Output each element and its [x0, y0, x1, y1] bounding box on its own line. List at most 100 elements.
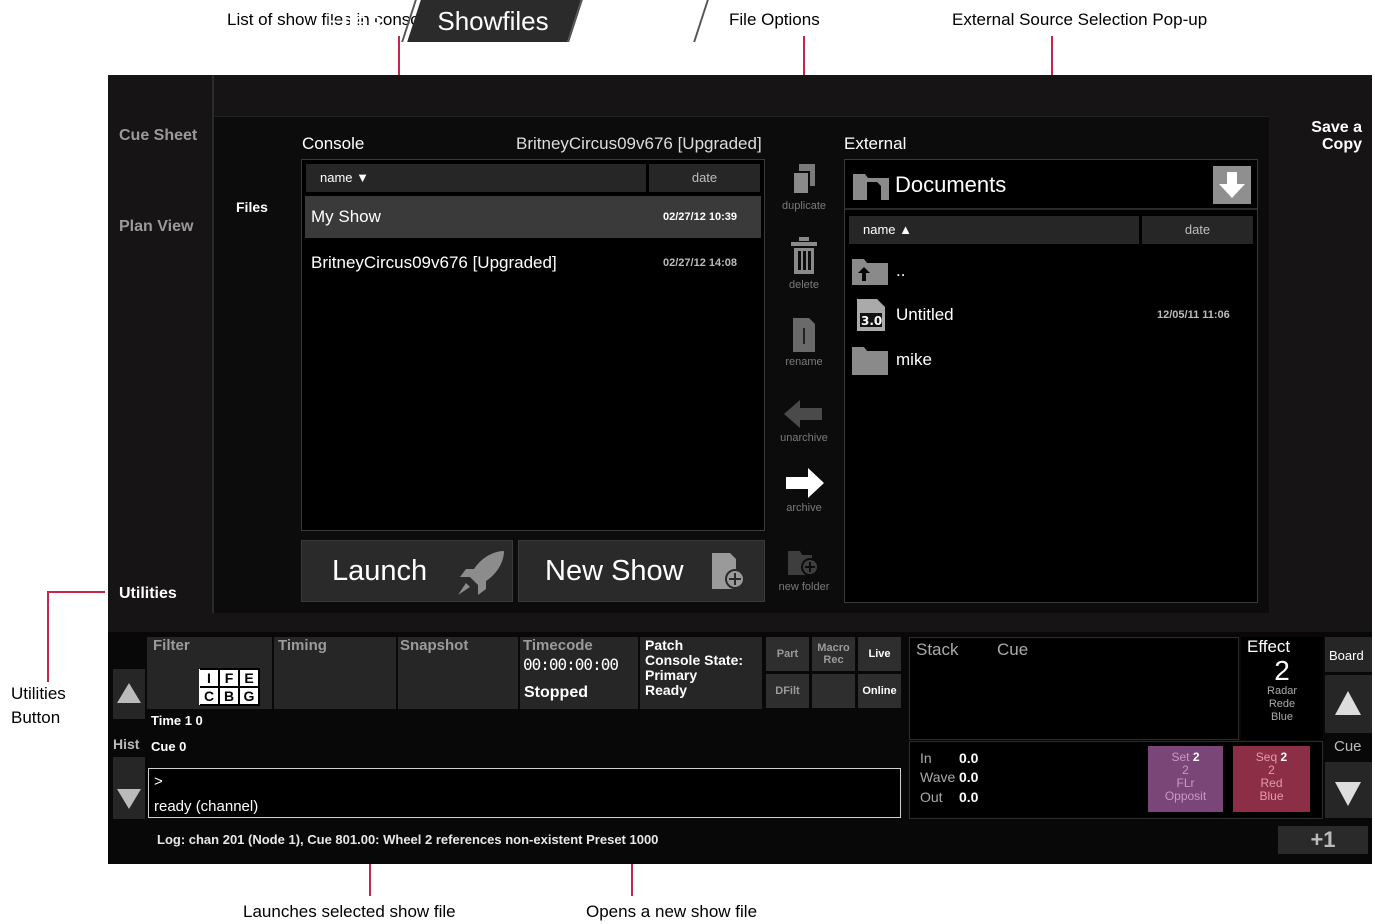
wave-readout: Wave 0.0: [920, 769, 979, 785]
cue-stack[interactable]: Stack Cue: [909, 637, 1239, 740]
plus-one-button[interactable]: +1: [1278, 826, 1368, 854]
tab-import[interactable]: Import: [594, 0, 686, 42]
rocket-icon: [458, 551, 504, 595]
external-col-name[interactable]: name ▲: [849, 216, 1139, 244]
nav-plan-view[interactable]: Plan View: [119, 218, 193, 236]
source-dropdown-button[interactable]: [1213, 166, 1251, 204]
cue-col-label: Cue: [997, 640, 1029, 659]
time-readout: Time 1 0: [151, 713, 203, 728]
callout-file-options: File Options: [729, 10, 820, 29]
console-col-date[interactable]: date: [649, 164, 760, 192]
snapshot-label: Snapshot: [400, 637, 469, 654]
triangle-up-icon: [117, 683, 141, 703]
delete-button[interactable]: delete: [764, 237, 844, 291]
folder-icon: [853, 174, 889, 200]
launch-label: Launch: [332, 555, 428, 587]
launch-button[interactable]: Launch: [301, 540, 513, 602]
tab-showfiles[interactable]: Showfiles: [428, 0, 558, 42]
effect-line: Radar: [1267, 685, 1297, 697]
duplicate-button[interactable]: duplicate: [764, 164, 844, 212]
timecode-label: Timecode: [523, 637, 593, 654]
tab-files[interactable]: Files: [318, 0, 390, 42]
duplicate-icon: [792, 164, 815, 195]
current-show-name: BritneyCircus09v676 [Upgraded]: [516, 134, 762, 153]
board-cue-label: Cue: [1334, 738, 1362, 755]
callout-utilities: Utilities Button: [11, 684, 66, 727]
external-row-parent[interactable]: ..: [849, 250, 1253, 292]
folder-icon: [852, 347, 888, 375]
console-row-selected[interactable]: My Show 02/27/12 10:39: [305, 196, 761, 238]
blank-button[interactable]: [812, 674, 855, 708]
external-col-date[interactable]: date: [1142, 216, 1253, 244]
nav-cue-sheet[interactable]: Cue Sheet: [119, 127, 197, 145]
online-button[interactable]: Online: [858, 674, 901, 708]
triangle-up-icon: [1335, 691, 1361, 715]
delete-label: delete: [789, 279, 819, 291]
unarchive-button[interactable]: unarchive: [764, 400, 844, 444]
set-button[interactable]: Set 2 2 FLr Opposit: [1148, 746, 1223, 812]
arrow-left-icon: [784, 400, 822, 428]
timecode-value: 00:00:00:00: [523, 655, 619, 674]
document-3d-icon: 3.0: [857, 299, 885, 331]
console-col-name[interactable]: name ▼: [306, 164, 646, 192]
external-row[interactable]: 3.0 Untitled 12/05/11 11:06: [849, 294, 1253, 336]
new-folder-button[interactable]: new folder: [764, 549, 844, 593]
callout-external: External Source Selection Pop-up: [952, 10, 1208, 29]
save-copy-button[interactable]: Save a Copy: [1311, 119, 1362, 153]
effect-line: Blue: [1270, 711, 1294, 723]
command-prompt: >: [154, 773, 163, 790]
new-folder-label: new folder: [778, 581, 830, 593]
archive-button[interactable]: archive: [764, 468, 844, 514]
external-title: External: [844, 134, 907, 153]
timing-label: Timing: [278, 637, 327, 654]
effect-panel[interactable]: Effect 2 Radar Rede Blue: [1241, 637, 1323, 740]
file-name: My Show: [311, 207, 381, 226]
external-row[interactable]: mike: [849, 339, 1253, 381]
effect-line: Rede: [1268, 698, 1296, 710]
out-readout: Out 0.0: [920, 789, 979, 805]
board-up-button[interactable]: [1325, 675, 1372, 733]
stack-label: Stack: [916, 640, 959, 659]
macro-rec-button[interactable]: Macro Rec: [812, 637, 855, 671]
triangle-down-icon: [1335, 782, 1361, 806]
external-source-select[interactable]: Documents: [845, 160, 1257, 210]
dfilt-button[interactable]: DFilt: [766, 674, 809, 708]
arrow-down-icon: [1219, 172, 1245, 198]
svg-text:3.0: 3.0: [861, 314, 882, 328]
seq-button[interactable]: Seq 2 2 Red Blue: [1233, 746, 1310, 812]
new-folder-icon: [788, 551, 819, 576]
console-row[interactable]: BritneyCircus09v676 [Upgraded] 02/27/12 …: [305, 242, 761, 284]
effect-label: Effect: [1247, 637, 1291, 656]
in-readout: In 0.0: [920, 750, 979, 766]
timecode-state: Stopped: [524, 684, 588, 701]
source-name: Documents: [895, 172, 1007, 197]
duplicate-label: duplicate: [781, 200, 827, 212]
hist-button[interactable]: Hist: [113, 736, 139, 752]
tab-divider: [693, 0, 709, 42]
arrow-right-icon: [786, 468, 824, 498]
patch-status: Patch Console State: Primary Ready: [645, 637, 744, 698]
ife-grid: IFE CBG: [178, 668, 260, 706]
rename-label: rename: [785, 356, 823, 368]
file-name: ..: [896, 261, 906, 280]
parent-folder-icon: [852, 259, 888, 285]
file-name: BritneyCircus09v676 [Upgraded]: [311, 253, 557, 272]
console-title: Console: [302, 134, 365, 153]
log-line: Log: chan 201 (Node 1), Cue 801.00: Whee…: [157, 832, 659, 847]
file-date: 02/27/12 14:08: [663, 257, 738, 269]
callout-line: [47, 591, 105, 593]
live-button[interactable]: Live: [858, 637, 901, 671]
utilities-button[interactable]: Utilities: [119, 585, 177, 603]
board-down-button[interactable]: [1325, 762, 1372, 818]
command-line[interactable]: > ready (channel): [148, 768, 901, 818]
rename-button[interactable]: rename: [764, 318, 844, 368]
effect-number: 2: [1274, 655, 1290, 686]
scroll-up-button[interactable]: [113, 669, 145, 719]
new-show-button[interactable]: New Show: [518, 540, 765, 602]
callout-line: [47, 591, 49, 682]
filter-label: Filter: [153, 637, 190, 654]
unarchive-label: unarchive: [780, 432, 828, 444]
triangle-down-icon: [117, 789, 141, 809]
part-button[interactable]: Part: [766, 637, 809, 671]
scroll-down-button[interactable]: [113, 757, 145, 819]
